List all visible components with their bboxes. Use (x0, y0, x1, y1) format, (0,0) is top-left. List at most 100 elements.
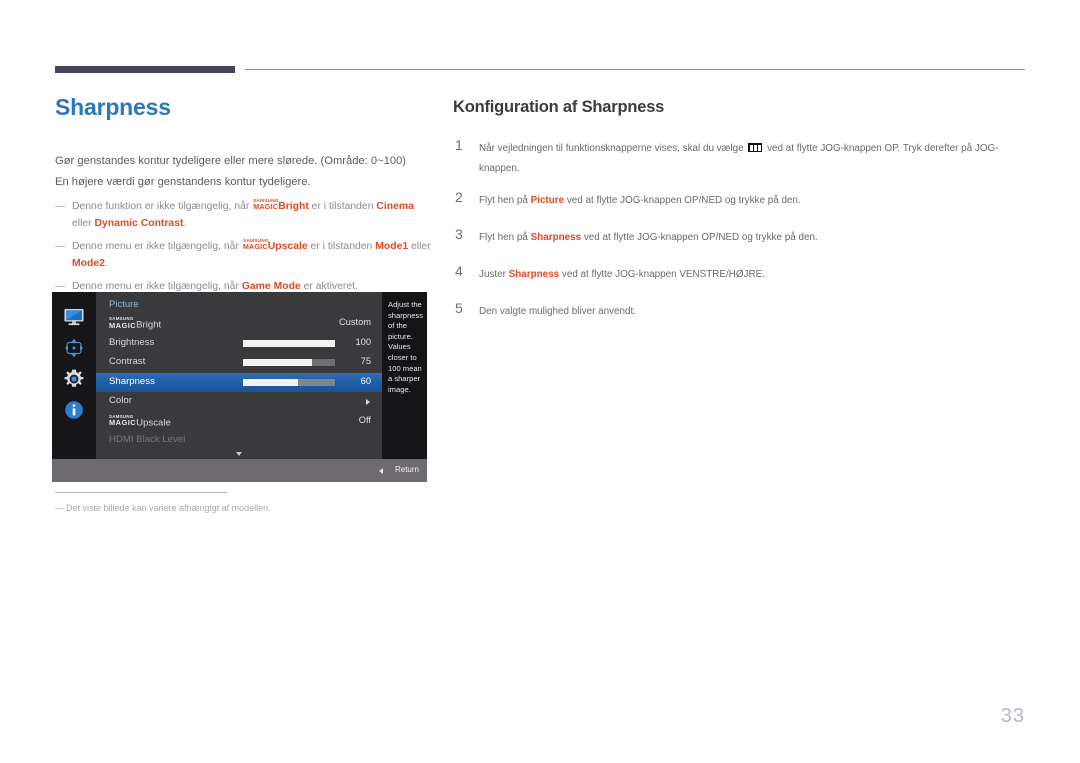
note-text-post: . (104, 258, 108, 270)
samsung-magic-logo: SAMSUNG MAGIC (242, 238, 269, 252)
osd-row-value: Off (358, 414, 371, 425)
note-highlight-dynamic-contrast: Dynamic Contrast (94, 218, 184, 230)
step-text: Flyt hen på Sharpness ved at flytte JOG-… (479, 228, 1033, 248)
note-dash: ― (55, 241, 66, 253)
footnote-body: Det viste billede kan variere afhængigt … (66, 503, 271, 513)
osd-row-sharpness[interactable]: Sharpness 60 (96, 372, 382, 392)
magic-logo-top: SAMSUNG (242, 238, 269, 244)
step-text-pre: Flyt hen på (479, 232, 531, 243)
osd-menu-header: Picture (109, 299, 139, 310)
slider-fill (243, 378, 299, 386)
samsung-magic-logo: SAMSUNG MAGIC (109, 414, 137, 428)
step-text-pre: Når vejledningen til funktionsknapperne … (479, 143, 747, 154)
osd-row-value: 60 (360, 375, 371, 386)
step-number: 2 (455, 189, 463, 205)
osd-help-panel: Adjust the sharpness of the picture. Val… (382, 292, 427, 459)
note-text-mid: er i tilstanden (307, 241, 376, 253)
step-highlight: Sharpness (508, 269, 560, 280)
note-text-pre: Denne menu er ikke tilgængelig, når (72, 241, 242, 253)
osd-menu-screenshot: Picture SAMSUNG MAGIC Bright Custom Bright… (52, 292, 427, 482)
back-arrow-icon (379, 468, 383, 474)
gear-icon (63, 368, 85, 390)
note-logo-suffix: Bright (278, 201, 309, 213)
step-text-post: ved at flytte JOG-knappen VENSTRE/HØJRE. (559, 269, 765, 280)
step-text-pre: Juster (479, 269, 509, 280)
footnote-dash: ― (55, 503, 64, 513)
section-title: Konfiguration af Sharpness (453, 98, 665, 116)
magic-logo-bottom: MAGIC (109, 418, 137, 428)
osd-footer: Return (52, 459, 427, 482)
step-4: 4 Juster Sharpness ved at flytte JOG-kna… (453, 263, 1033, 289)
osd-row-contrast[interactable]: Contrast 75 (96, 353, 382, 373)
osd-main-panel: Picture SAMSUNG MAGIC Bright Custom Bright… (96, 292, 382, 459)
contrast-slider[interactable] (243, 359, 335, 366)
step-3: 3 Flyt hen på Sharpness ved at flytte JO… (453, 226, 1033, 252)
note-highlight-cinema: Cinema (376, 201, 414, 213)
step-highlight: Sharpness (530, 232, 582, 243)
step-number: 5 (455, 300, 463, 316)
magic-logo-bottom: MAGIC (242, 242, 268, 252)
intro-line-2: En højere værdi gør genstandens kontur t… (55, 176, 311, 189)
osd-return-label[interactable]: Return (395, 465, 419, 474)
note-magicbright: ― Denne funktion er ikke tilgængelig, nå… (55, 198, 435, 232)
note-text-post: . (183, 218, 187, 230)
note-text-pre: Denne menu er ikke tilgængelig, når (72, 281, 242, 293)
osd-row-value: 100 (355, 336, 371, 347)
note-dash: ― (55, 201, 66, 213)
osd-row-magicbright[interactable]: SAMSUNG MAGIC Bright Custom (96, 314, 382, 334)
info-icon (63, 399, 85, 421)
osd-row-label-text: Upscale (136, 417, 171, 429)
chevron-right-icon (366, 399, 370, 405)
header-rule-thin (245, 69, 1025, 70)
step-text-post: ved at flytte JOG-knappen OP/NED og tryk… (581, 232, 818, 243)
magic-logo-bottom: MAGIC (253, 202, 279, 212)
right-column: Konfiguration af Sharpness 1 Når vejledn… (453, 98, 1033, 339)
position-arrows-icon (63, 337, 85, 359)
step-text: Flyt hen på Picture ved at flytte JOG-kn… (479, 191, 1033, 211)
slider-fill (243, 339, 335, 347)
page-title: Sharpness (55, 94, 171, 120)
osd-row-label: Color (109, 395, 132, 406)
osd-row-brightness[interactable]: Brightness 100 (96, 334, 382, 354)
magic-logo-top: SAMSUNG (253, 198, 279, 204)
magic-logo-bottom: MAGIC (109, 320, 137, 330)
osd-row-magicupscale[interactable]: SAMSUNG MAGIC Upscale Off (96, 412, 382, 432)
page-header-rules (0, 0, 1080, 90)
osd-row-value: 75 (360, 356, 371, 366)
step-number: 4 (455, 263, 463, 279)
brightness-slider[interactable] (243, 339, 335, 347)
note-highlight-mode1: Mode1 (375, 241, 409, 253)
note-text-post: er aktiveret. (300, 281, 358, 293)
display-icon (63, 306, 85, 328)
samsung-magic-logo: SAMSUNG MAGIC (109, 316, 137, 330)
chevron-down-icon[interactable] (236, 452, 242, 456)
osd-row-color[interactable]: Color (96, 392, 382, 412)
footnote: ― Det viste billede kan variere afhængig… (55, 492, 435, 515)
step-1: 1 Når vejledningen til funktionsknappern… (453, 137, 1033, 178)
note-text-mid2: eller (72, 218, 95, 230)
menu-icon (748, 143, 763, 152)
step-text: Når vejledningen til funktionsknapperne … (479, 139, 1033, 178)
osd-row-label: HDMI Black Level (109, 434, 186, 445)
osd-help-text: Adjust the sharpness of the picture. Val… (388, 300, 424, 394)
osd-row-label: Sharpness (109, 375, 155, 387)
osd-row-hdmi-black-level[interactable]: HDMI Black Level (96, 431, 382, 451)
step-highlight: Picture (530, 195, 565, 206)
note-magicupscale: ― Denne menu er ikke tilgængelig, når SA… (55, 238, 435, 272)
step-text-pre: Flyt hen på (479, 195, 531, 206)
page-number: 33 (1000, 705, 1025, 727)
osd-sidebar (52, 292, 96, 459)
sharpness-slider[interactable] (243, 378, 335, 386)
step-5: 5 Den valgte mulighed bliver anvendt. (453, 300, 1033, 326)
header-rule-thick (55, 66, 235, 73)
step-text: Den valgte mulighed bliver anvendt. (479, 302, 1033, 322)
osd-row-value: Custom (338, 317, 371, 327)
footnote-text: ― Det viste billede kan variere afhængig… (55, 501, 435, 515)
osd-row-label: Brightness (109, 336, 155, 348)
note-text-mid: er i tilstanden (308, 201, 377, 213)
step-number: 3 (455, 226, 463, 242)
footnote-rule (55, 492, 227, 493)
osd-row-label: Contrast (109, 356, 146, 367)
note-highlight-game-mode: Game Mode (241, 281, 301, 293)
note-logo-suffix: Upscale (267, 241, 308, 253)
